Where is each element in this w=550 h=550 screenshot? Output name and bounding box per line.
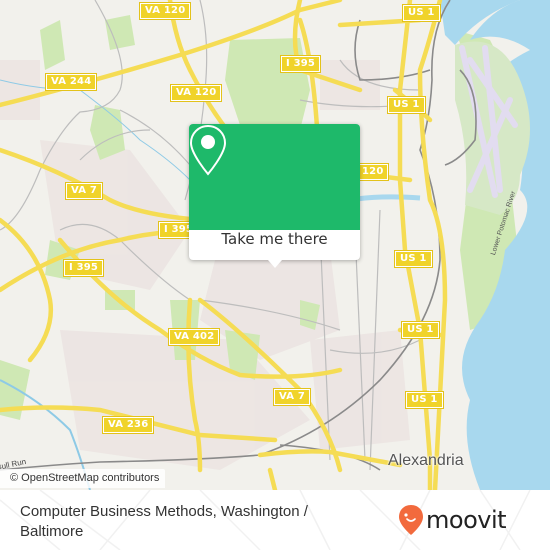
destination-popup[interactable]: Take me there <box>189 124 360 268</box>
road-shield-va402: VA 402 <box>167 328 221 346</box>
moovit-wordmark: moovit <box>426 506 507 534</box>
moovit-pin-icon <box>399 505 423 535</box>
road-shield-i395: I 395 <box>279 55 322 73</box>
road-shield-va7: VA 7 <box>64 182 104 200</box>
city-label: Alexandria <box>388 452 464 469</box>
popup-pointer <box>268 260 282 268</box>
popup-header <box>189 124 360 230</box>
road-shield-us1: US 1 <box>387 96 426 114</box>
road-shield-us1: US 1 <box>401 321 440 339</box>
road-shield-va7: VA 7 <box>272 388 312 406</box>
road-shield-i395: I 395 <box>62 259 105 277</box>
footer-bar: Computer Business Methods, Washington / … <box>0 490 550 550</box>
location-title: Computer Business Methods, Washington / … <box>20 503 308 540</box>
road-shield-va120: VA 120 <box>138 2 192 20</box>
road-shield-us1: US 1 <box>405 391 444 409</box>
road-shield-va120: VA 120 <box>169 84 223 102</box>
road-shield-va120: 120 <box>355 163 390 181</box>
moovit-logo[interactable]: moovit <box>398 504 507 536</box>
road-shield-va236: VA 236 <box>101 416 155 434</box>
road-shield-us1: US 1 <box>394 250 433 268</box>
osm-attribution-link[interactable]: © OpenStreetMap contributors <box>0 469 166 488</box>
map-pin-icon <box>189 124 227 176</box>
road-shield-us1: US 1 <box>402 4 441 22</box>
map-view[interactable]: VA 120 US 1 VA 244 VA 120 I 395 US 1 VA … <box>0 0 550 490</box>
take-me-there-button[interactable]: Take me there <box>189 230 360 260</box>
road-shield-va244: VA 244 <box>44 73 98 91</box>
